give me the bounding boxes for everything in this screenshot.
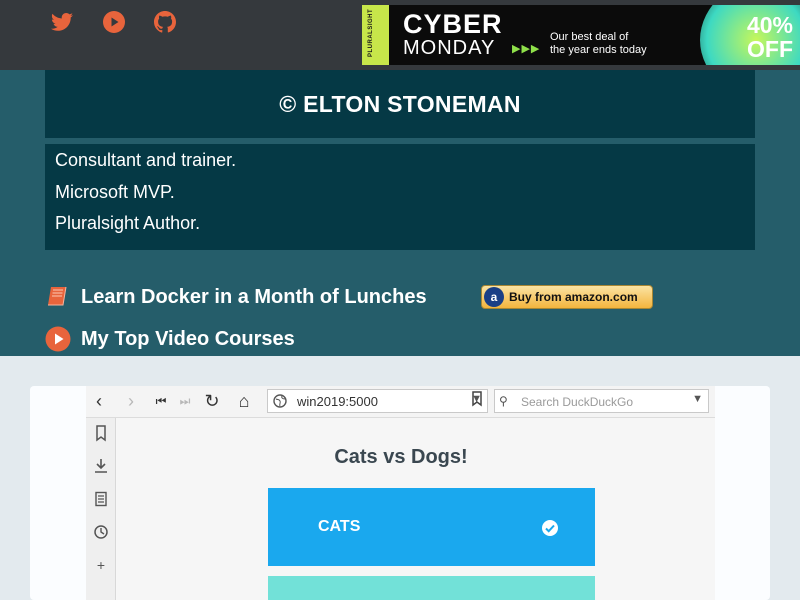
bio-box: Consultant and trainer. Microsoft MVP. P… <box>45 144 755 250</box>
bio-line: Consultant and trainer. <box>55 150 237 170</box>
video-courses-label: My Top Video Courses <box>81 327 295 350</box>
buy-from-amazon-button[interactable]: a Buy from amazon.com <box>481 285 653 309</box>
play-icon <box>45 326 71 352</box>
twitter-icon[interactable] <box>50 10 74 34</box>
ad-tagline-line2: the year ends today <box>550 44 647 56</box>
search-input[interactable]: ⚲ Search DuckDuckGo ▼ <box>494 389 709 413</box>
book-icon <box>45 284 71 310</box>
ad-brand-text: PLURALSIGHT <box>368 8 374 57</box>
bio-line: Microsoft MVP. <box>55 181 175 202</box>
search-placeholder: Search DuckDuckGo <box>521 395 634 409</box>
home-icon[interactable]: ⌂ <box>233 390 255 412</box>
cats-option-label: CATS <box>318 518 361 535</box>
voting-page: Cats vs Dogs! CATS <box>117 418 715 600</box>
bio-line: Pluralsight Author. <box>55 213 201 233</box>
cats-option-button[interactable]: CATS <box>268 488 595 566</box>
book-link[interactable]: Learn Docker in a Month of Lunches <box>45 284 427 310</box>
browser-screenshot: ‹ › ⏮ ⏭ ↻ ⌂ win2019:5000 ▼ ⚲ Search Duck… <box>86 386 715 600</box>
video-courses-link[interactable]: My Top Video Courses <box>45 326 295 352</box>
cyber-monday-ad-banner[interactable]: PLURALSIGHT CYBER MONDAY ▶▶▶ Our best de… <box>362 5 800 65</box>
ad-discount-off: OFF <box>747 36 793 62</box>
forward-icon[interactable]: › <box>120 390 142 412</box>
reload-icon[interactable]: ↻ <box>201 390 223 412</box>
search-icon: ⚲ <box>499 394 508 408</box>
rewind-icon[interactable]: ⏮ <box>150 390 172 412</box>
title-box: © ELTON STONEMAN <box>45 70 755 138</box>
ad-brand-strip: PLURALSIGHT <box>362 5 389 65</box>
notes-icon[interactable] <box>92 490 110 508</box>
youtube-icon[interactable] <box>102 10 126 34</box>
profile-section: © ELTON STONEMAN Consultant and trainer.… <box>0 70 800 356</box>
github-icon[interactable] <box>153 10 177 34</box>
bookmark-icon[interactable] <box>470 391 484 407</box>
ad-discount-percent: 40% <box>746 12 794 38</box>
fast-forward-icon[interactable]: ⏭ <box>174 390 196 412</box>
dogs-option-button[interactable] <box>268 576 595 600</box>
amazon-logo-icon: a <box>484 287 504 307</box>
history-icon[interactable] <box>92 523 110 541</box>
bookmarks-panel-icon[interactable] <box>92 424 110 442</box>
back-icon[interactable]: ‹ <box>88 390 110 412</box>
ad-discount: 40% OFF <box>742 13 798 61</box>
ad-tagline-line1: Our best deal of <box>550 31 629 43</box>
ad-headline-cyber: CYBER <box>403 9 503 39</box>
add-panel-icon[interactable]: + <box>92 556 110 574</box>
ad-headline-monday: MONDAY <box>403 37 496 59</box>
vote-title: Cats vs Dogs! <box>334 446 468 468</box>
address-bar-url: win2019:5000 <box>297 394 378 409</box>
browser-navbar: ‹ › ⏮ ⏭ ↻ ⌂ win2019:5000 ▼ ⚲ Search Duck… <box>86 386 715 418</box>
search-dropdown-icon[interactable]: ▼ <box>692 393 703 405</box>
address-bar[interactable]: win2019:5000 ▼ <box>267 389 488 413</box>
page-title: © ELTON STONEMAN <box>279 90 521 117</box>
book-link-label: Learn Docker in a Month of Lunches <box>81 285 427 308</box>
globe-icon <box>273 394 287 408</box>
amazon-button-label: Buy from amazon.com <box>509 290 638 304</box>
ad-arrows-icon: ▶▶▶ <box>512 43 541 55</box>
check-circle-icon <box>542 520 558 536</box>
top-bar: PLURALSIGHT CYBER MONDAY ▶▶▶ Our best de… <box>0 0 800 70</box>
